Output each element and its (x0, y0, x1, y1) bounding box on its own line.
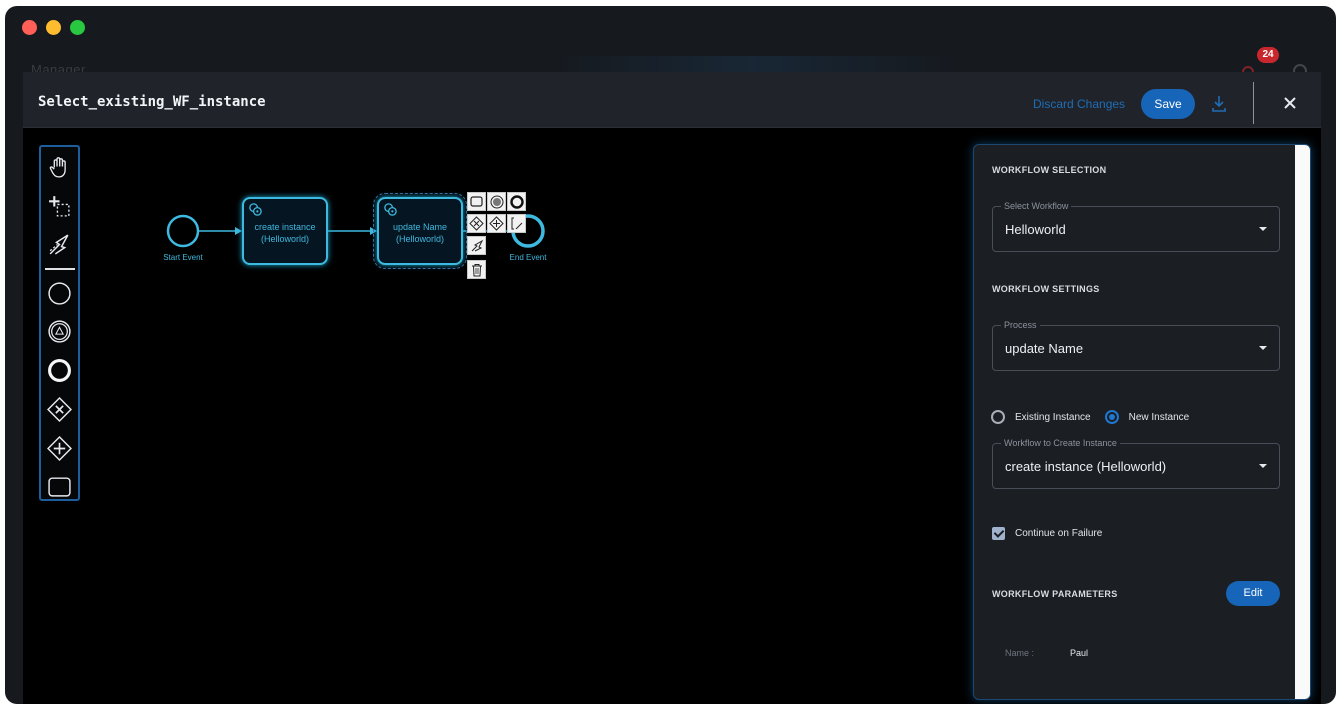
close-icon[interactable] (1283, 96, 1297, 110)
diagram-canvas[interactable]: Start Event create instance (Helloworld)… (23, 128, 1321, 704)
append-text-annotation-icon[interactable] (507, 214, 526, 233)
edit-parameters-button[interactable]: Edit (1226, 581, 1280, 606)
workflow-parameters-title: WORKFLOW PARAMETERS (992, 589, 1118, 599)
workflow-settings-title: WORKFLOW SETTINGS (992, 284, 1100, 294)
workflow-editor-modal: Select_existing_WF_instance Discard Chan… (23, 72, 1321, 704)
new-instance-radio[interactable] (1104, 410, 1119, 424)
chevron-down-icon (1259, 346, 1267, 350)
window-controls (22, 20, 85, 35)
parameter-key: Name : (1005, 648, 1035, 658)
select-workflow-label: Select Workflow (1001, 201, 1072, 211)
header-divider (1253, 82, 1254, 124)
connect-icon[interactable] (467, 236, 486, 255)
chevron-down-icon (1259, 227, 1267, 231)
task-create-instance-label: create instance (Helloworld) (254, 222, 316, 244)
existing-instance-label: Existing Instance (1015, 411, 1091, 423)
workflow-to-create-instance-value: create instance (Helloworld) (1005, 459, 1167, 474)
continue-on-failure-row: Continue on Failure (992, 527, 1102, 540)
select-workflow-value: Helloworld (1005, 222, 1066, 237)
end-event-label: End Event (509, 253, 547, 262)
chevron-down-icon (1259, 464, 1267, 468)
process-label: Process (1001, 320, 1040, 330)
workflow-selection-title: WORKFLOW SELECTION (992, 165, 1107, 175)
task-update-name[interactable]: update Name (Helloworld) (373, 193, 467, 269)
properties-panel: WORKFLOW SELECTION Select Workflow Hello… (973, 144, 1311, 700)
discard-changes-button[interactable]: Discard Changes (1033, 97, 1125, 111)
notification-badge: 24 (1257, 47, 1279, 63)
maximize-window-button[interactable] (70, 20, 85, 35)
service-task-gear-icon (249, 203, 262, 216)
minimize-window-button[interactable] (46, 20, 61, 35)
instance-mode-radio-group: Existing Instance New Instance (991, 409, 1189, 425)
select-workflow-dropdown[interactable]: Select Workflow Helloworld (992, 201, 1280, 252)
parameter-row: Name : Paul (1005, 648, 1088, 658)
continue-on-failure-checkbox[interactable] (992, 527, 1005, 540)
append-task-icon[interactable] (467, 192, 486, 211)
process-dropdown[interactable]: Process update Name (992, 320, 1280, 371)
process-value: update Name (1005, 341, 1084, 356)
workflow-to-create-instance-label: Workflow to Create Instance (1001, 438, 1120, 448)
existing-instance-radio[interactable] (991, 410, 1005, 424)
task-update-name-label: update Name (Helloworld) (392, 222, 448, 244)
modal-title: Select_existing_WF_instance (38, 94, 266, 110)
modal-header: Select_existing_WF_instance Discard Chan… (23, 72, 1321, 128)
task-create-instance[interactable]: create instance (Helloworld) (242, 197, 328, 265)
save-button[interactable]: Save (1141, 89, 1195, 119)
panel-scrollbar[interactable] (1295, 145, 1310, 699)
end-event-icon[interactable] (47, 358, 72, 383)
delete-icon[interactable] (467, 260, 486, 279)
download-icon[interactable] (1211, 95, 1227, 113)
append-end-event-icon[interactable] (507, 192, 526, 211)
new-instance-label: New Instance (1128, 411, 1190, 423)
task-icon[interactable] (47, 474, 72, 499)
continue-on-failure-label: Continue on Failure (1015, 528, 1103, 539)
exclusive-gateway-icon[interactable] (47, 397, 72, 422)
workflow-to-create-instance-dropdown[interactable]: Workflow to Create Instance create insta… (992, 438, 1280, 489)
close-window-button[interactable] (22, 20, 37, 35)
parameter-value: Paul (1070, 648, 1089, 658)
start-event-label: Start Event (163, 253, 203, 262)
parallel-gateway-icon[interactable] (47, 436, 72, 461)
append-parallel-gateway-icon[interactable] (487, 214, 506, 233)
append-intermediate-event-icon[interactable] (487, 192, 506, 211)
append-exclusive-gateway-icon[interactable] (467, 214, 486, 233)
service-task-gear-icon (384, 203, 397, 216)
app-window: Manager 24 Select_existing_WF_instance D… (5, 6, 1336, 704)
